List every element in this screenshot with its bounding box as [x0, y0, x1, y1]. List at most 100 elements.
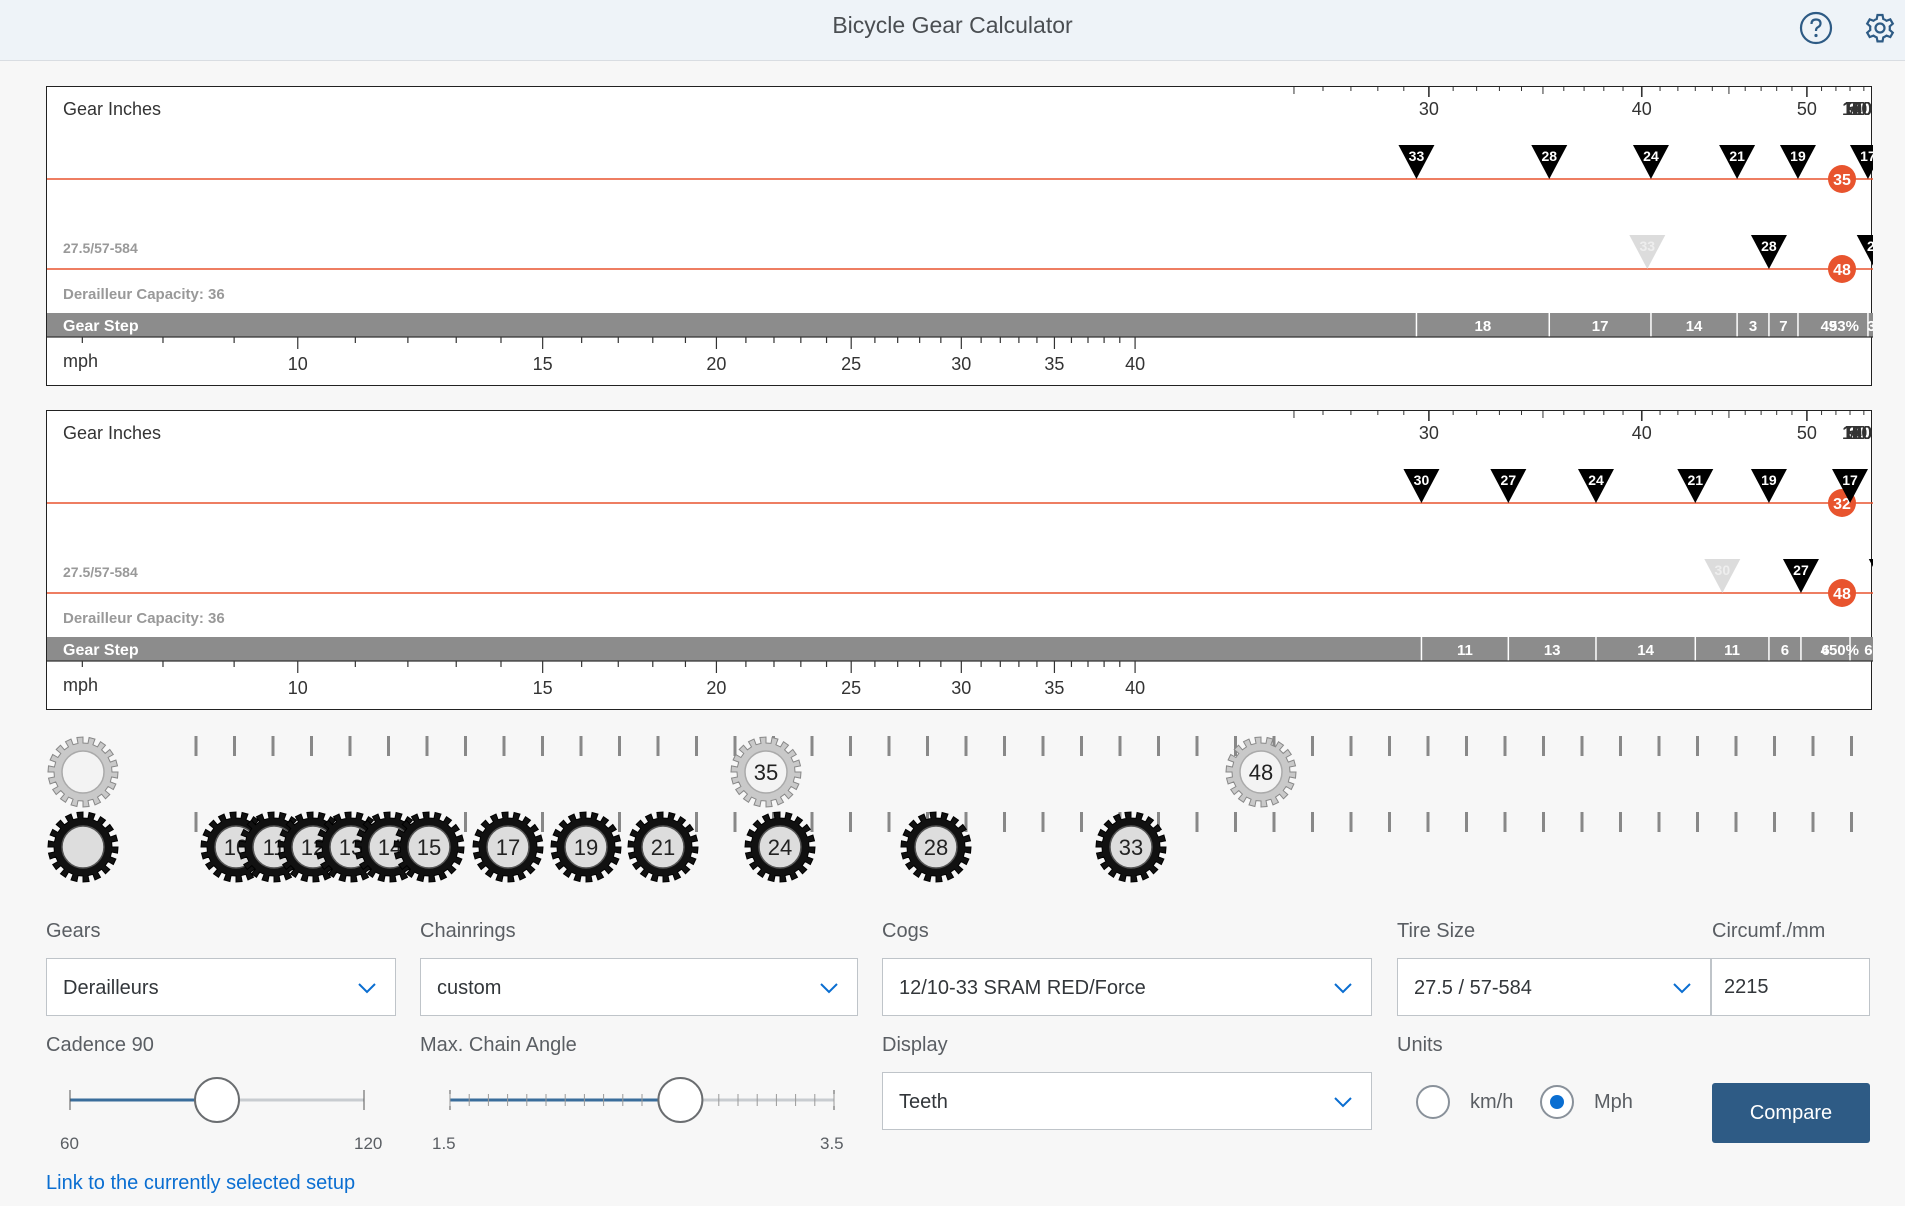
gear-step-value: 453%: [1821, 318, 1859, 335]
cog-icon: 17: [472, 811, 544, 883]
units-kmh-radio[interactable]: [1416, 1085, 1450, 1119]
chain-angle-label: Max. Chain Angle: [420, 1034, 577, 1056]
compare-button[interactable]: Compare: [1712, 1083, 1870, 1143]
units-label: Units: [1397, 1034, 1443, 1056]
speed-tick-label: 25: [841, 354, 861, 374]
gear-step-bar: [47, 637, 1873, 661]
chevron-down-icon: [820, 983, 838, 994]
cog-label: 17: [496, 835, 520, 860]
cog-marker-label: 27: [1793, 562, 1809, 578]
cadence-min: 60: [60, 1134, 79, 1153]
gear-icon[interactable]: [1862, 10, 1898, 46]
chainring-badge-label: 48: [1833, 262, 1851, 279]
chainrings-select[interactable]: custom: [420, 958, 858, 1016]
gi-tick-label: 40: [1632, 423, 1652, 443]
cog-icon: 21: [627, 811, 699, 883]
cog-marker-label: 24: [1867, 238, 1873, 254]
chainring-badge-label: 35: [1833, 172, 1851, 189]
cog-marker-label: 19: [1761, 472, 1777, 488]
cog-marker-label: 24: [1588, 472, 1604, 488]
cog-icon: [47, 811, 119, 883]
gear-step-value: 13: [1544, 642, 1561, 659]
cog-icon: 28: [900, 811, 972, 883]
cog-marker-label: 30: [1715, 562, 1731, 578]
gear-step-label: Gear Step: [63, 642, 139, 659]
derailleur-capacity: Derailleur Capacity: 36: [63, 610, 225, 627]
chainring-label: 35: [754, 760, 778, 785]
speed-label: mph: [63, 675, 98, 695]
speed-tick-label: 35: [1044, 678, 1064, 698]
slider-knob[interactable]: [657, 1077, 704, 1123]
derailleur-capacity: Derailleur Capacity: 36: [63, 286, 225, 303]
cogs-select[interactable]: 12/10-33 SRAM RED/Force: [882, 958, 1372, 1016]
gi-tick-label: 40: [1632, 99, 1652, 119]
tire-label: 27.5/57-584: [63, 564, 138, 580]
display-label: Display: [882, 1034, 948, 1056]
tire-size-value: 27.5 / 57-584: [1414, 977, 1532, 999]
speed-tick-label: 25: [841, 678, 861, 698]
gear-step-value: 6: [1781, 642, 1789, 659]
drivetrain-visual: 35 4810 11 12 13 14 15 17 19 21 24 28 33: [47, 736, 1853, 883]
chainring-icon: [47, 736, 119, 808]
slider-knob[interactable]: [194, 1077, 240, 1123]
speed-tick-label: 10: [288, 678, 308, 698]
gear-chart-1: Gear Inches 30 40 50 60 70 80 90 100 110 120 130 140…: [46, 86, 1873, 386]
speed-tick-label: 30: [951, 354, 971, 374]
gear-chart-1-svg: Gear Inches 30 40 50 60708090100110120130140…: [47, 87, 1873, 374]
speed-tick-label: 10: [288, 354, 308, 374]
gears-label: Gears: [46, 920, 101, 942]
gear-step-value: 14: [1686, 318, 1703, 335]
help-circle-icon[interactable]: [1798, 10, 1834, 46]
setup-link[interactable]: Link to the currently selected setup: [46, 1172, 355, 1195]
cog-marker-label: 33: [1409, 148, 1425, 164]
gear-step-value: 6: [1864, 642, 1872, 659]
tire-label: 27.5/57-584: [63, 240, 138, 256]
cadence-slider[interactable]: [56, 1070, 386, 1130]
cog-marker: [1868, 559, 1873, 567]
cog-marker-label: 17: [1860, 148, 1873, 164]
cog-marker-label: 24: [1643, 148, 1659, 164]
cog-hub: [61, 825, 105, 869]
cog-label: 19: [574, 835, 598, 860]
display-value: Teeth: [899, 1091, 948, 1113]
units-kmh-label[interactable]: km/h: [1470, 1091, 1513, 1114]
gear-step-value: 3: [1867, 318, 1873, 335]
units-mph-label[interactable]: Mph: [1594, 1091, 1633, 1114]
gear-chart-2: Gear Inches 30 40 50 60 70 80 90 100 110 120 130 140…: [46, 410, 1873, 710]
gear-step-value: 18: [1475, 318, 1492, 335]
cog-marker-label: 30: [1414, 472, 1430, 488]
cogs-value: 12/10-33 SRAM RED/Force: [899, 977, 1146, 999]
cog-label: 28: [924, 835, 948, 860]
tire-size-label: Tire Size: [1397, 920, 1476, 942]
cog-marker-label: 27: [1501, 472, 1517, 488]
gi-tick-label: 50: [1797, 99, 1817, 119]
display-select[interactable]: Teeth: [882, 1072, 1372, 1130]
units-mph-radio[interactable]: [1540, 1085, 1574, 1119]
gi-tick-label: 150: [1842, 99, 1872, 119]
cog-icon: 19: [550, 811, 622, 883]
gear-step-value: 450%: [1821, 642, 1859, 659]
circumference-input[interactable]: [1711, 958, 1870, 1016]
gear-step-value: 17: [1592, 318, 1609, 335]
speed-tick-label: 40: [1125, 678, 1145, 698]
tire-size-select[interactable]: 27.5 / 57-584: [1397, 958, 1711, 1016]
cog-icon: 24: [744, 811, 816, 883]
cog-marker-label: 33: [1640, 238, 1656, 254]
chain-angle-min: 1.5: [432, 1134, 456, 1153]
cog-marker-label: 28: [1761, 238, 1777, 254]
gears-select[interactable]: Derailleurs: [46, 958, 396, 1016]
cog-marker-label: 21: [1687, 472, 1703, 488]
cog-marker-label: 28: [1541, 148, 1557, 164]
chevron-down-icon: [1334, 983, 1352, 994]
app-header: Bicycle Gear Calculator: [0, 0, 1905, 61]
chainring-hub: [61, 750, 105, 794]
speed-tick-label: 35: [1044, 354, 1064, 374]
chain-angle-slider[interactable]: [436, 1070, 856, 1130]
chainrings-value: custom: [437, 977, 502, 999]
speed-tick-label: 30: [951, 678, 971, 698]
cog-marker-label: 19: [1790, 148, 1806, 164]
chevron-down-icon: [358, 983, 376, 994]
speed-tick-label: 20: [706, 354, 726, 374]
gear-step-value: 14: [1637, 642, 1654, 659]
cadence-max: 120: [354, 1134, 383, 1153]
